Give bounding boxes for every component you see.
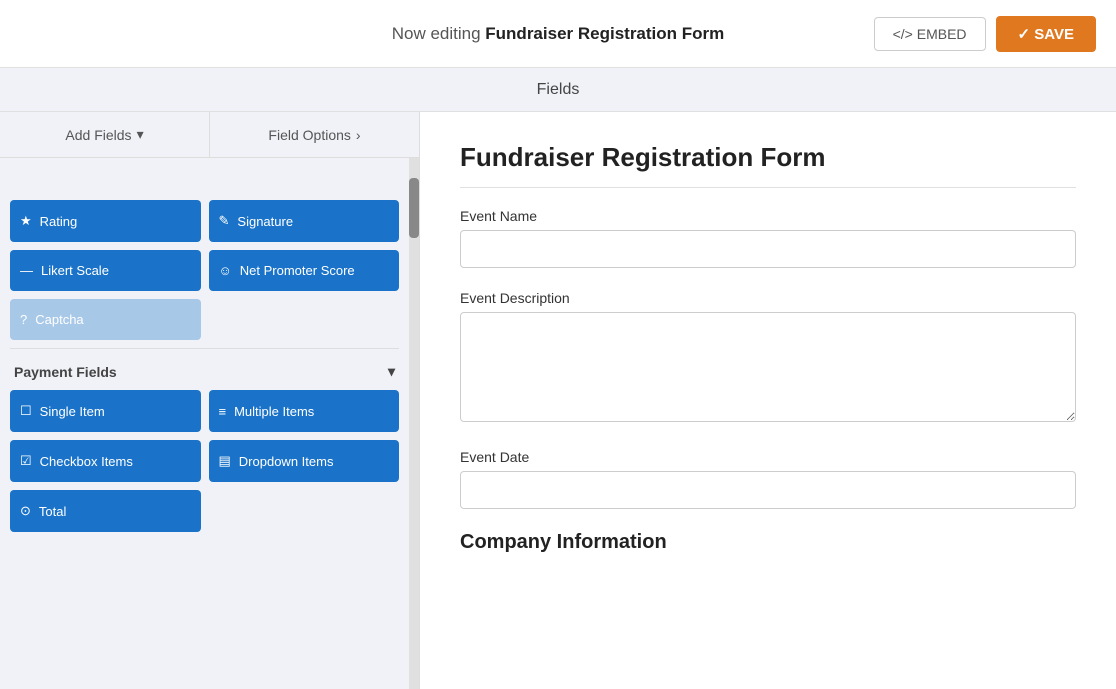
event-date-input[interactable] (460, 471, 1076, 509)
event-name-input[interactable] (460, 230, 1076, 268)
likert-nps-grid: — Likert Scale ☺ Net Promoter Score (10, 250, 399, 291)
single-item-label: Single Item (40, 404, 105, 419)
multiple-items-btn[interactable]: ≡ Multiple Items (209, 390, 400, 432)
payment-row-3: ⊙ Total (10, 490, 399, 532)
fields-bar: Fields (0, 68, 1116, 112)
payment-section-label: Payment Fields (14, 364, 117, 380)
left-scrollbar[interactable] (409, 158, 419, 689)
rating-signature-grid: ★ Rating ✎ Signature (10, 200, 399, 242)
dropdown-items-label: Dropdown Items (239, 454, 334, 469)
add-fields-label: Add Fields (65, 127, 131, 143)
event-description-label: Event Description (460, 290, 1076, 306)
captcha-label: Captcha (35, 312, 83, 327)
form-title: Fundraiser Registration Form (460, 142, 1076, 188)
event-description-input[interactable] (460, 312, 1076, 422)
event-name-label: Event Name (460, 208, 1076, 224)
dropdown-items-btn[interactable]: ▤ Dropdown Items (209, 440, 400, 482)
field-options-tab[interactable]: Field Options › (210, 112, 419, 157)
multiple-items-icon: ≡ (219, 404, 227, 419)
total-icon: ⊙ (20, 503, 31, 519)
payment-row-2: ☑ Checkbox Items ▤ Dropdown Items (10, 440, 399, 482)
total-btn[interactable]: ⊙ Total (10, 490, 201, 532)
save-button[interactable]: ✓ SAVE (996, 16, 1096, 52)
top-bar-actions: </> EMBED ✓ SAVE (874, 16, 1096, 52)
rating-field-btn[interactable]: ★ Rating (10, 200, 201, 242)
form-name-label: Fundraiser Registration Form (485, 24, 724, 43)
multiple-items-label: Multiple Items (234, 404, 314, 419)
event-name-group: Event Name (460, 208, 1076, 268)
nps-field-btn[interactable]: ☺ Net Promoter Score (209, 250, 400, 291)
rating-label: Rating (40, 214, 78, 229)
editing-title: Now editing Fundraiser Registration Form (392, 24, 725, 44)
checkbox-icon: ☑ (20, 453, 32, 469)
event-date-group: Event Date (460, 449, 1076, 509)
top-field-grid (10, 166, 399, 192)
left-panel: Add Fields ▾ Field Options › ★ (0, 112, 420, 689)
top-bar: Now editing Fundraiser Registration Form… (0, 0, 1116, 68)
captcha-field-btn[interactable]: ? Captcha (10, 299, 201, 340)
likert-field-btn[interactable]: — Likert Scale (10, 250, 201, 291)
tabs-row: Add Fields ▾ Field Options › (0, 112, 419, 158)
checkbox-items-btn[interactable]: ☑ Checkbox Items (10, 440, 201, 482)
fields-bar-label: Fields (537, 81, 580, 99)
likert-label: Likert Scale (41, 263, 109, 278)
signature-field-btn[interactable]: ✎ Signature (209, 200, 400, 242)
right-panel: Fundraiser Registration Form Event Name … (420, 112, 1116, 689)
add-fields-chevron-icon: ▾ (137, 126, 144, 143)
signature-label: Signature (237, 214, 293, 229)
single-item-btn[interactable]: ☐ Single Item (10, 390, 201, 432)
scroll-thumb[interactable] (409, 178, 419, 238)
main-layout: Add Fields ▾ Field Options › ★ (0, 112, 1116, 689)
single-item-icon: ☐ (20, 403, 32, 419)
dropdown-icon: ▤ (219, 453, 231, 469)
payment-section-header: Payment Fields ▾ (10, 348, 399, 390)
company-info-heading: Company Information (460, 531, 1076, 554)
payment-row-1: ☐ Single Item ≡ Multiple Items (10, 390, 399, 432)
event-date-label: Event Date (460, 449, 1076, 465)
field-options-chevron-icon: › (356, 127, 361, 143)
embed-button[interactable]: </> EMBED (874, 17, 986, 51)
nps-label: Net Promoter Score (240, 263, 355, 278)
event-description-group: Event Description (460, 290, 1076, 427)
pen-icon: ✎ (219, 213, 230, 229)
field-list: ★ Rating ✎ Signature — Likert Scale (0, 158, 409, 689)
checkbox-items-label: Checkbox Items (40, 454, 133, 469)
captcha-icon: ? (20, 312, 27, 327)
total-label: Total (39, 504, 66, 519)
editing-label: Now editing (392, 24, 481, 43)
likert-icon: — (20, 263, 33, 278)
star-icon: ★ (20, 213, 32, 229)
add-fields-tab[interactable]: Add Fields ▾ (0, 112, 209, 157)
captcha-grid: ? Captcha (10, 299, 399, 340)
payment-chevron-icon: ▾ (388, 363, 395, 380)
nps-icon: ☺ (219, 263, 232, 278)
field-options-label: Field Options (268, 127, 350, 143)
